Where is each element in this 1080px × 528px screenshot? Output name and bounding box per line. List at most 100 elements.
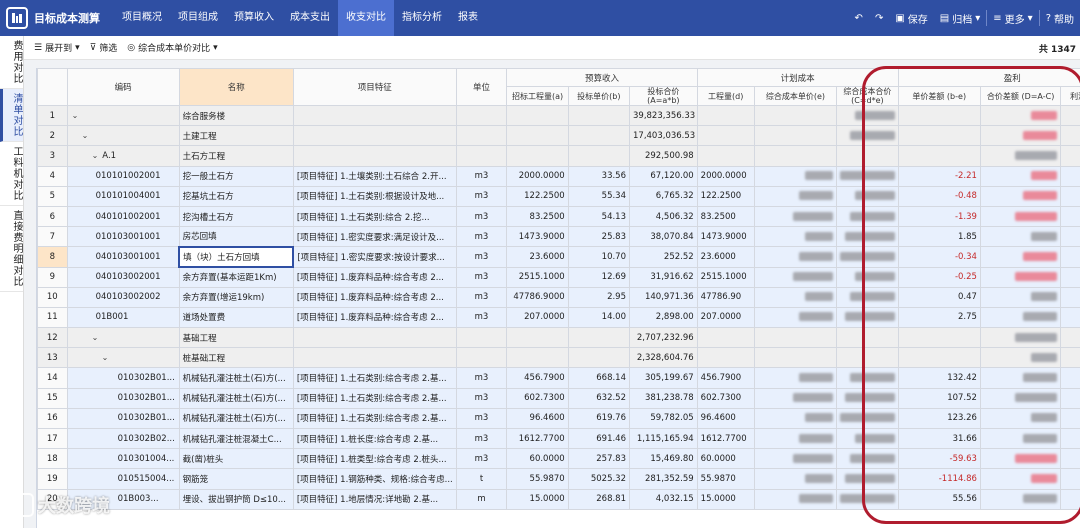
total-diff-cell[interactable] (979, 145, 1062, 167)
eng-qty-cell[interactable]: 2515.1000 (696, 266, 755, 288)
name-cell[interactable]: 填（块）土石方回填 (178, 245, 295, 269)
bid-qty-cell[interactable]: 1612.7700 (506, 427, 569, 450)
total-diff-cell[interactable] (979, 165, 1062, 187)
code-cell[interactable]: 040101002001 (66, 205, 180, 228)
comp-total-cell[interactable] (836, 387, 899, 409)
eng-qty-cell[interactable]: 122.2500 (696, 185, 755, 207)
bid-qty-cell[interactable]: 15.0000 (506, 488, 569, 510)
feature-cell[interactable] (292, 347, 457, 369)
comp-price-cell[interactable] (753, 468, 838, 490)
bid-price-cell[interactable] (567, 327, 631, 349)
comp-total-cell[interactable] (836, 205, 899, 228)
bid-qty-cell[interactable]: 2000.0000 (506, 165, 569, 187)
table-row[interactable]: 18 010301004... 截(凿)桩头 [项目特征] 1.桩类型:综合考虑 2.… (37, 448, 1080, 470)
comp-total-cell[interactable] (836, 104, 899, 127)
bid-qty-cell[interactable]: 96.4600 (506, 407, 569, 430)
feature-cell[interactable]: [项目特征] 1.地层情况:详地勘 2.基... (292, 488, 457, 510)
table-row[interactable]: 14 010302B01... 机械钻孔灌注桩土(石)方(... [项目特征] 1.土… (37, 367, 1080, 389)
header-feature[interactable]: 项目特征 (292, 68, 457, 106)
table-row[interactable]: 9 040103002001 余方弃置(基本运距1Km) [项目特征] 1.废弃料品种… (37, 266, 1080, 288)
comp-price-cell[interactable] (753, 387, 838, 409)
eng-qty-cell[interactable] (696, 145, 755, 167)
feature-cell[interactable]: [项目特征] 1.废弃料品种:综合考虑 2... (292, 286, 457, 308)
comp-price-cell[interactable] (753, 205, 838, 228)
bid-total-cell[interactable]: 4,032.15 (629, 488, 698, 510)
total-diff-cell[interactable] (979, 185, 1062, 207)
code-cell[interactable]: 010101002001 (66, 165, 180, 187)
price-diff-cell[interactable]: 31.66 (897, 427, 981, 450)
unit-cell[interactable] (455, 347, 508, 369)
code-cell[interactable]: ⌄ A.1 (66, 145, 180, 167)
total-diff-cell[interactable] (979, 266, 1062, 288)
profit-rate-cell[interactable]: 7.2 (1060, 347, 1080, 369)
feature-cell[interactable]: [项目特征] 1.钢筋种类、规格:综合考虑... (292, 468, 457, 490)
name-cell[interactable]: 截(凿)桩头 (178, 448, 294, 470)
more-button[interactable]: ≡ 更多 ▾ (987, 11, 1038, 26)
bid-price-cell[interactable]: 619.76 (567, 407, 631, 430)
feature-cell[interactable]: [项目特征] 1.土石类别:根据设计及地... (292, 185, 457, 207)
price-diff-cell[interactable]: 0.47 (897, 286, 981, 308)
header-profit-rate[interactable]: 利润率 (D/A) (1060, 86, 1080, 106)
name-cell[interactable]: 余方弃置(增运19km) (178, 286, 294, 308)
comp-price-cell[interactable] (753, 125, 838, 147)
profit-rate-cell[interactable]: 20.6 (1060, 488, 1080, 510)
bid-price-cell[interactable]: 632.52 (567, 387, 631, 409)
feature-cell[interactable]: [项目特征] 1.土石类别:综合 2.挖... (292, 205, 457, 228)
comp-price-cell[interactable] (753, 185, 838, 207)
eng-qty-cell[interactable]: 1612.7700 (696, 427, 755, 450)
total-diff-cell[interactable] (979, 448, 1062, 470)
chevron-down-icon[interactable]: ⌄ (102, 353, 109, 362)
undo-button[interactable]: ↶ (849, 13, 869, 24)
comp-total-cell[interactable] (836, 125, 899, 147)
name-cell[interactable]: 综合服务楼 (178, 104, 294, 127)
bid-qty-cell[interactable]: 456.7900 (506, 367, 569, 389)
unit-cell[interactable]: m3 (455, 165, 508, 187)
expand-to-dropdown[interactable]: ☰ 展开到 ▾ (34, 41, 80, 55)
name-cell[interactable]: 土建工程 (178, 125, 294, 147)
eng-qty-cell[interactable]: 83.2500 (696, 205, 755, 228)
code-cell[interactable]: 040103002002 (66, 286, 180, 308)
nav-tab-4[interactable]: 收支对比 (338, 0, 394, 36)
bid-price-cell[interactable]: 55.34 (567, 185, 631, 207)
bid-qty-cell[interactable]: 207.0000 (506, 306, 569, 329)
unit-cell[interactable]: m3 (455, 266, 508, 288)
price-diff-cell[interactable]: 132.42 (897, 367, 981, 389)
comp-price-cell[interactable] (753, 306, 838, 329)
bid-total-cell[interactable]: 281,352.59 (629, 468, 698, 490)
comp-price-cell[interactable] (753, 327, 838, 349)
profit-rate-cell[interactable]: -6.5 (1060, 165, 1080, 187)
bid-total-cell[interactable]: 2,707,232.96 (629, 327, 698, 349)
comp-total-cell[interactable] (836, 246, 899, 268)
nav-tab-1[interactable]: 项目组成 (170, 0, 226, 36)
table-row[interactable]: 19 010515004... 钢筋笼 [项目特征] 1.钢筋种类、规格:综合考虑..… (37, 468, 1080, 490)
bid-price-cell[interactable] (567, 347, 631, 369)
comp-price-cell[interactable] (753, 165, 838, 187)
left-tab-2[interactable]: 工料机对比 (0, 142, 23, 206)
price-diff-cell[interactable] (897, 104, 981, 127)
table-row[interactable]: 17 010302B02... 机械钻孔灌注桩混凝土C... [项目特征] 1.桩长度… (37, 427, 1080, 450)
eng-qty-cell[interactable]: 47786.90 (696, 286, 755, 308)
eng-qty-cell[interactable]: 15.0000 (696, 488, 755, 510)
name-cell[interactable]: 余方弃置(基本运距1Km) (178, 266, 294, 288)
code-cell[interactable]: 040103001001 (66, 246, 180, 268)
bid-total-cell[interactable]: 67,120.00 (629, 165, 698, 187)
price-diff-cell[interactable]: -0.25 (897, 266, 981, 288)
total-diff-cell[interactable] (979, 306, 1062, 329)
bid-total-cell[interactable]: 39,823,356.33 (629, 104, 698, 127)
comp-total-cell[interactable] (836, 286, 899, 308)
chevron-down-icon[interactable]: ⌄ (92, 151, 99, 160)
comp-total-cell[interactable] (836, 266, 899, 288)
code-cell[interactable]: ⌄ (66, 327, 180, 349)
feature-cell[interactable]: [项目特征] 1.土壤类别:土石综合 2.开... (292, 165, 457, 187)
profit-rate-cell[interactable]: 19.8 (1060, 367, 1080, 389)
bid-total-cell[interactable]: 252.52 (629, 246, 698, 268)
price-diff-cell[interactable]: 107.52 (897, 387, 981, 409)
left-tab-3[interactable]: 直接费明细对比 (0, 206, 23, 292)
profit-rate-cell[interactable]: -2.5 (1060, 205, 1080, 228)
comp-price-cell[interactable] (753, 266, 838, 288)
bid-total-cell[interactable]: 38,070.84 (629, 226, 698, 248)
price-diff-cell[interactable]: -1114.86 (897, 468, 981, 490)
bid-total-cell[interactable]: 15,469.80 (629, 448, 698, 470)
total-diff-cell[interactable] (979, 427, 1062, 450)
table-row[interactable]: 15 010302B01... 机械钻孔灌注桩土(石)方(... [项目特征] 1.土… (37, 387, 1080, 409)
